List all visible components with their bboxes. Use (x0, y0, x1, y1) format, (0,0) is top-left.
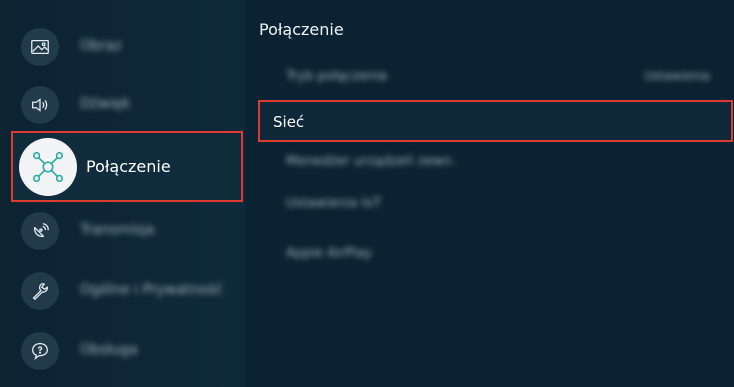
page-title: Połączenie (259, 20, 344, 39)
support-icon (21, 332, 59, 370)
menu-row-airplay[interactable]: Apple AirPlay (258, 234, 734, 276)
sidebar-item-sound[interactable]: Dźwięk (0, 76, 244, 134)
connection-settings-panel: Połączenie Tryb połączenia Ustawienia Si… (246, 0, 734, 387)
sidebar-item-label: Transmisja (80, 222, 155, 238)
sidebar-item-picture[interactable]: Obraz (0, 18, 244, 76)
menu-row-device-manager[interactable]: Menedżer urządzeń zewn. (258, 142, 734, 184)
sound-icon (21, 86, 59, 124)
tv-settings-screen: Obraz Dźwięk Połączenie Transmisja Ogóln… (0, 0, 734, 387)
sidebar-item-label: Ogólne i Prywatność (80, 282, 223, 298)
picture-icon (21, 28, 59, 66)
menu-row-label: Sieć (273, 113, 305, 131)
connection-icon (19, 138, 77, 196)
sidebar-item-support[interactable]: Obsługa (0, 322, 244, 380)
menu-row-label: Apple AirPlay (286, 246, 373, 261)
menu-row-connection-mode[interactable]: Tryb połączenia Ustawienia (258, 57, 734, 99)
sidebar-item-label: Dźwięk (80, 96, 131, 112)
menu-row-label: Tryb połączenia (286, 69, 388, 84)
sidebar-item-label: Obraz (80, 38, 122, 54)
broadcasting-icon (21, 212, 59, 250)
menu-row-network[interactable]: Sieć (258, 100, 733, 142)
menu-row-iot-settings[interactable]: Ustawienia IoT (258, 184, 734, 226)
menu-row-label: Ustawienia IoT (286, 196, 382, 211)
menu-row-value: Ustawienia (644, 69, 710, 83)
menu-row-label: Menedżer urządzeń zewn. (286, 154, 456, 169)
sidebar-item-general[interactable]: Ogólne i Prywatność (0, 262, 244, 320)
sidebar-item-label: Połączenie (86, 157, 171, 176)
sidebar-item-broadcasting[interactable]: Transmisja (0, 202, 244, 260)
wrench-icon (21, 272, 59, 310)
sidebar-item-connection[interactable]: Połączenie (11, 131, 243, 202)
settings-sidebar: Obraz Dźwięk Połączenie Transmisja Ogóln… (0, 0, 244, 387)
sidebar-item-label: Obsługa (80, 342, 138, 358)
